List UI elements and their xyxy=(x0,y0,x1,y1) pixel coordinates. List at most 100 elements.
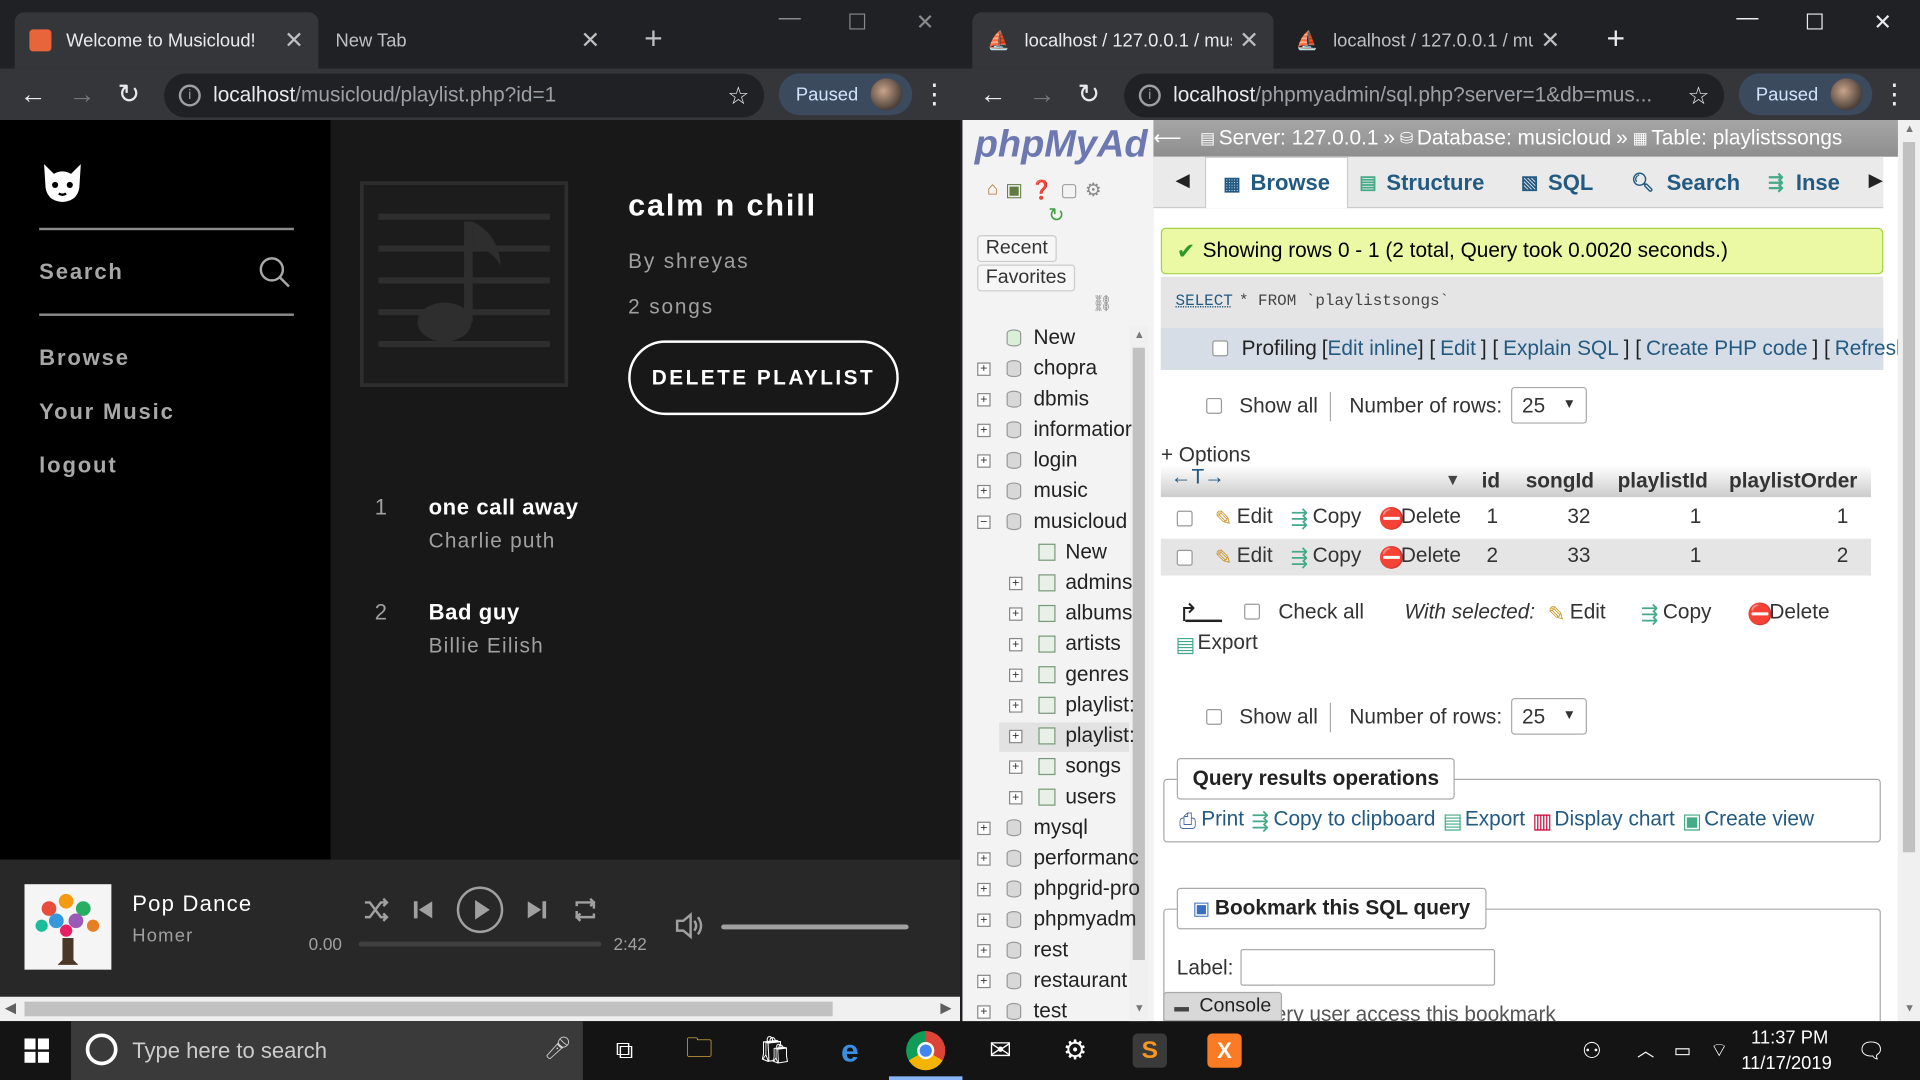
progress-track[interactable] xyxy=(358,941,602,947)
forward-icon[interactable]: → xyxy=(69,78,96,110)
bookmark-star-icon[interactable]: ☆ xyxy=(1687,80,1709,111)
battery-icon[interactable]: ▭ xyxy=(1663,1031,1702,1070)
cell-playlistid[interactable]: 1 xyxy=(1690,504,1702,528)
tree-database[interactable]: restaurant xyxy=(1033,969,1127,993)
row-copy-link[interactable]: ⇶ Copy xyxy=(1291,544,1362,570)
column-header-id[interactable]: id xyxy=(1482,469,1501,493)
row-copy-link[interactable]: ⇶ Copy xyxy=(1291,504,1362,530)
tab-insert[interactable]: ⇶ Inse xyxy=(1768,157,1840,208)
play-icon[interactable] xyxy=(456,885,505,934)
print-link[interactable]: ⎙ Print xyxy=(1179,807,1244,833)
close-window-icon[interactable]: ✕ xyxy=(916,10,934,36)
close-tab-icon[interactable]: ✕ xyxy=(581,26,600,54)
tab-new-tab[interactable]: New Tab ✕ xyxy=(321,12,615,68)
scroll-right-icon[interactable]: ▶ xyxy=(940,999,951,1016)
microphone-icon[interactable]: 🎤︎ xyxy=(544,1036,572,1062)
expand-icon[interactable]: + xyxy=(1008,607,1023,621)
reload-nav-icon[interactable]: ↻ xyxy=(1048,203,1064,227)
breadcrumb-server[interactable]: Server: 127.0.0.1 xyxy=(1219,126,1379,150)
column-header-playlistorder[interactable]: playlistOrder xyxy=(1729,469,1857,493)
next-icon[interactable] xyxy=(524,898,548,922)
tab-musicloud[interactable]: Welcome to Musicloud! ✕ xyxy=(14,12,319,69)
show-all-checkbox[interactable] xyxy=(1206,708,1223,725)
nav-logout[interactable]: logout xyxy=(39,453,117,479)
store-icon[interactable]: 🛍︎ xyxy=(756,1031,795,1070)
favorites-button[interactable]: Favorites xyxy=(977,264,1075,292)
tab-phpmyadmin-2[interactable]: ⛵ localhost / 127.0.0.1 / mu ✕ xyxy=(1281,12,1575,68)
profile-button[interactable]: Paused xyxy=(778,73,913,116)
maximize-icon[interactable]: ☐ xyxy=(1805,10,1825,36)
edge-icon[interactable]: e xyxy=(830,1031,869,1070)
volume-icon[interactable] xyxy=(673,911,705,940)
reload-icon[interactable]: ↻ xyxy=(1078,78,1101,110)
scroll-up-icon[interactable]: ▲ xyxy=(1134,328,1145,340)
menu-icon[interactable]: ⋮ xyxy=(921,78,948,110)
link-icon[interactable]: ⛓ xyxy=(1092,294,1112,314)
expand-icon[interactable]: + xyxy=(977,913,991,927)
copy-clipboard-link[interactable]: ⇶ Copy to clipboard xyxy=(1251,807,1435,833)
new-tab-icon[interactable]: + xyxy=(1607,20,1626,58)
tree-database[interactable]: musicloud xyxy=(1033,509,1127,533)
rows-select[interactable]: 25 ▼ xyxy=(1511,386,1587,424)
pma-vertical-scrollbar[interactable]: ▲ ▼ xyxy=(1897,120,1920,1022)
notifications-icon[interactable]: 🗨︎ xyxy=(1851,1031,1890,1070)
display-chart-link[interactable]: ▥ Display chart xyxy=(1532,807,1674,833)
address-bar[interactable]: i localhost/musicloud/playlist.php?id=1 … xyxy=(164,73,765,118)
tree-database[interactable]: phpmyadm xyxy=(1033,907,1136,931)
expand-icon[interactable]: + xyxy=(1008,729,1023,744)
clock-time[interactable]: 11:37 PM xyxy=(1751,1027,1828,1048)
chrome-icon[interactable] xyxy=(906,1031,946,1071)
column-header-songid[interactable]: songId xyxy=(1526,469,1594,493)
expand-icon[interactable]: + xyxy=(977,393,991,407)
tree-table[interactable]: genres xyxy=(1065,662,1129,686)
scroll-up-icon[interactable]: ▲ xyxy=(1904,122,1915,134)
cell-playlistorder[interactable]: 2 xyxy=(1837,544,1849,568)
expand-icon[interactable]: + xyxy=(977,974,991,989)
expand-icon[interactable]: + xyxy=(1008,760,1023,774)
shuffle-icon[interactable] xyxy=(362,896,389,923)
create-php-link[interactable]: Create PHP code xyxy=(1646,337,1808,361)
export-link[interactable]: ▤ Export xyxy=(1176,631,1258,657)
tabs-scroll-right-icon[interactable]: ▶ xyxy=(1869,169,1883,191)
docs-icon[interactable]: ▢ xyxy=(1060,179,1077,201)
scroll-down-icon[interactable]: ▼ xyxy=(1134,1002,1145,1014)
tree-database[interactable]: music xyxy=(1033,479,1087,503)
tab-browse[interactable]: ▦ Browse xyxy=(1204,156,1349,209)
bookmark-star-icon[interactable]: ☆ xyxy=(727,80,749,111)
tree-new-table[interactable]: New xyxy=(1065,540,1107,564)
expand-icon[interactable]: + xyxy=(977,1005,991,1019)
scrollbar-thumb[interactable] xyxy=(1902,142,1916,853)
cell-songid[interactable]: 32 xyxy=(1567,504,1590,528)
row-checkbox[interactable] xyxy=(1176,549,1193,566)
close-tab-icon[interactable]: ✕ xyxy=(284,26,303,54)
settings-icon[interactable]: ⚙ xyxy=(1056,1031,1095,1070)
sql-keyword[interactable]: SELECT xyxy=(1176,291,1233,309)
cell-songid[interactable]: 33 xyxy=(1567,544,1590,568)
bulk-delete-link[interactable]: ⛔Delete xyxy=(1747,600,1829,626)
tab-structure[interactable]: ▤ Structure xyxy=(1359,157,1484,208)
windows-start-icon[interactable] xyxy=(24,1038,49,1063)
back-icon[interactable]: ← xyxy=(20,78,47,110)
tab-search[interactable]: 🔍︎ Search xyxy=(1631,157,1740,208)
people-icon[interactable]: ⚇ xyxy=(1572,1031,1611,1070)
task-view-icon[interactable]: ⧉ xyxy=(605,1031,644,1070)
delete-playlist-button[interactable]: DELETE PLAYLIST xyxy=(628,340,899,416)
close-window-icon[interactable]: ✕ xyxy=(1873,10,1891,36)
tree-new-database[interactable]: New xyxy=(1033,326,1075,350)
forward-icon[interactable]: → xyxy=(1029,78,1056,110)
horizontal-scrollbar[interactable]: ◀ ▶ xyxy=(0,996,961,1022)
expand-icon[interactable]: + xyxy=(1008,576,1023,591)
expand-icon[interactable]: + xyxy=(1008,668,1023,683)
create-view-link[interactable]: ▣ Create view xyxy=(1682,807,1814,833)
row-delete-link[interactable]: ⛔Delete xyxy=(1379,544,1461,570)
address-bar[interactable]: i localhost/phpmyadmin/sql.php?server=1&… xyxy=(1124,73,1725,118)
scroll-left-icon[interactable]: ◀ xyxy=(5,999,16,1016)
bookmark-label-input[interactable] xyxy=(1240,948,1496,986)
expand-icon[interactable]: + xyxy=(977,852,991,866)
tree-table[interactable]: albums xyxy=(1065,601,1132,625)
tree-database[interactable]: mysql xyxy=(1033,816,1087,840)
settings-icon[interactable]: ⚙ xyxy=(1085,179,1101,201)
tree-database[interactable]: login xyxy=(1033,448,1077,472)
row-edit-link[interactable]: ✎ Edit xyxy=(1215,504,1273,530)
column-resize-arrows-icon[interactable]: ←T→ xyxy=(1171,465,1225,489)
